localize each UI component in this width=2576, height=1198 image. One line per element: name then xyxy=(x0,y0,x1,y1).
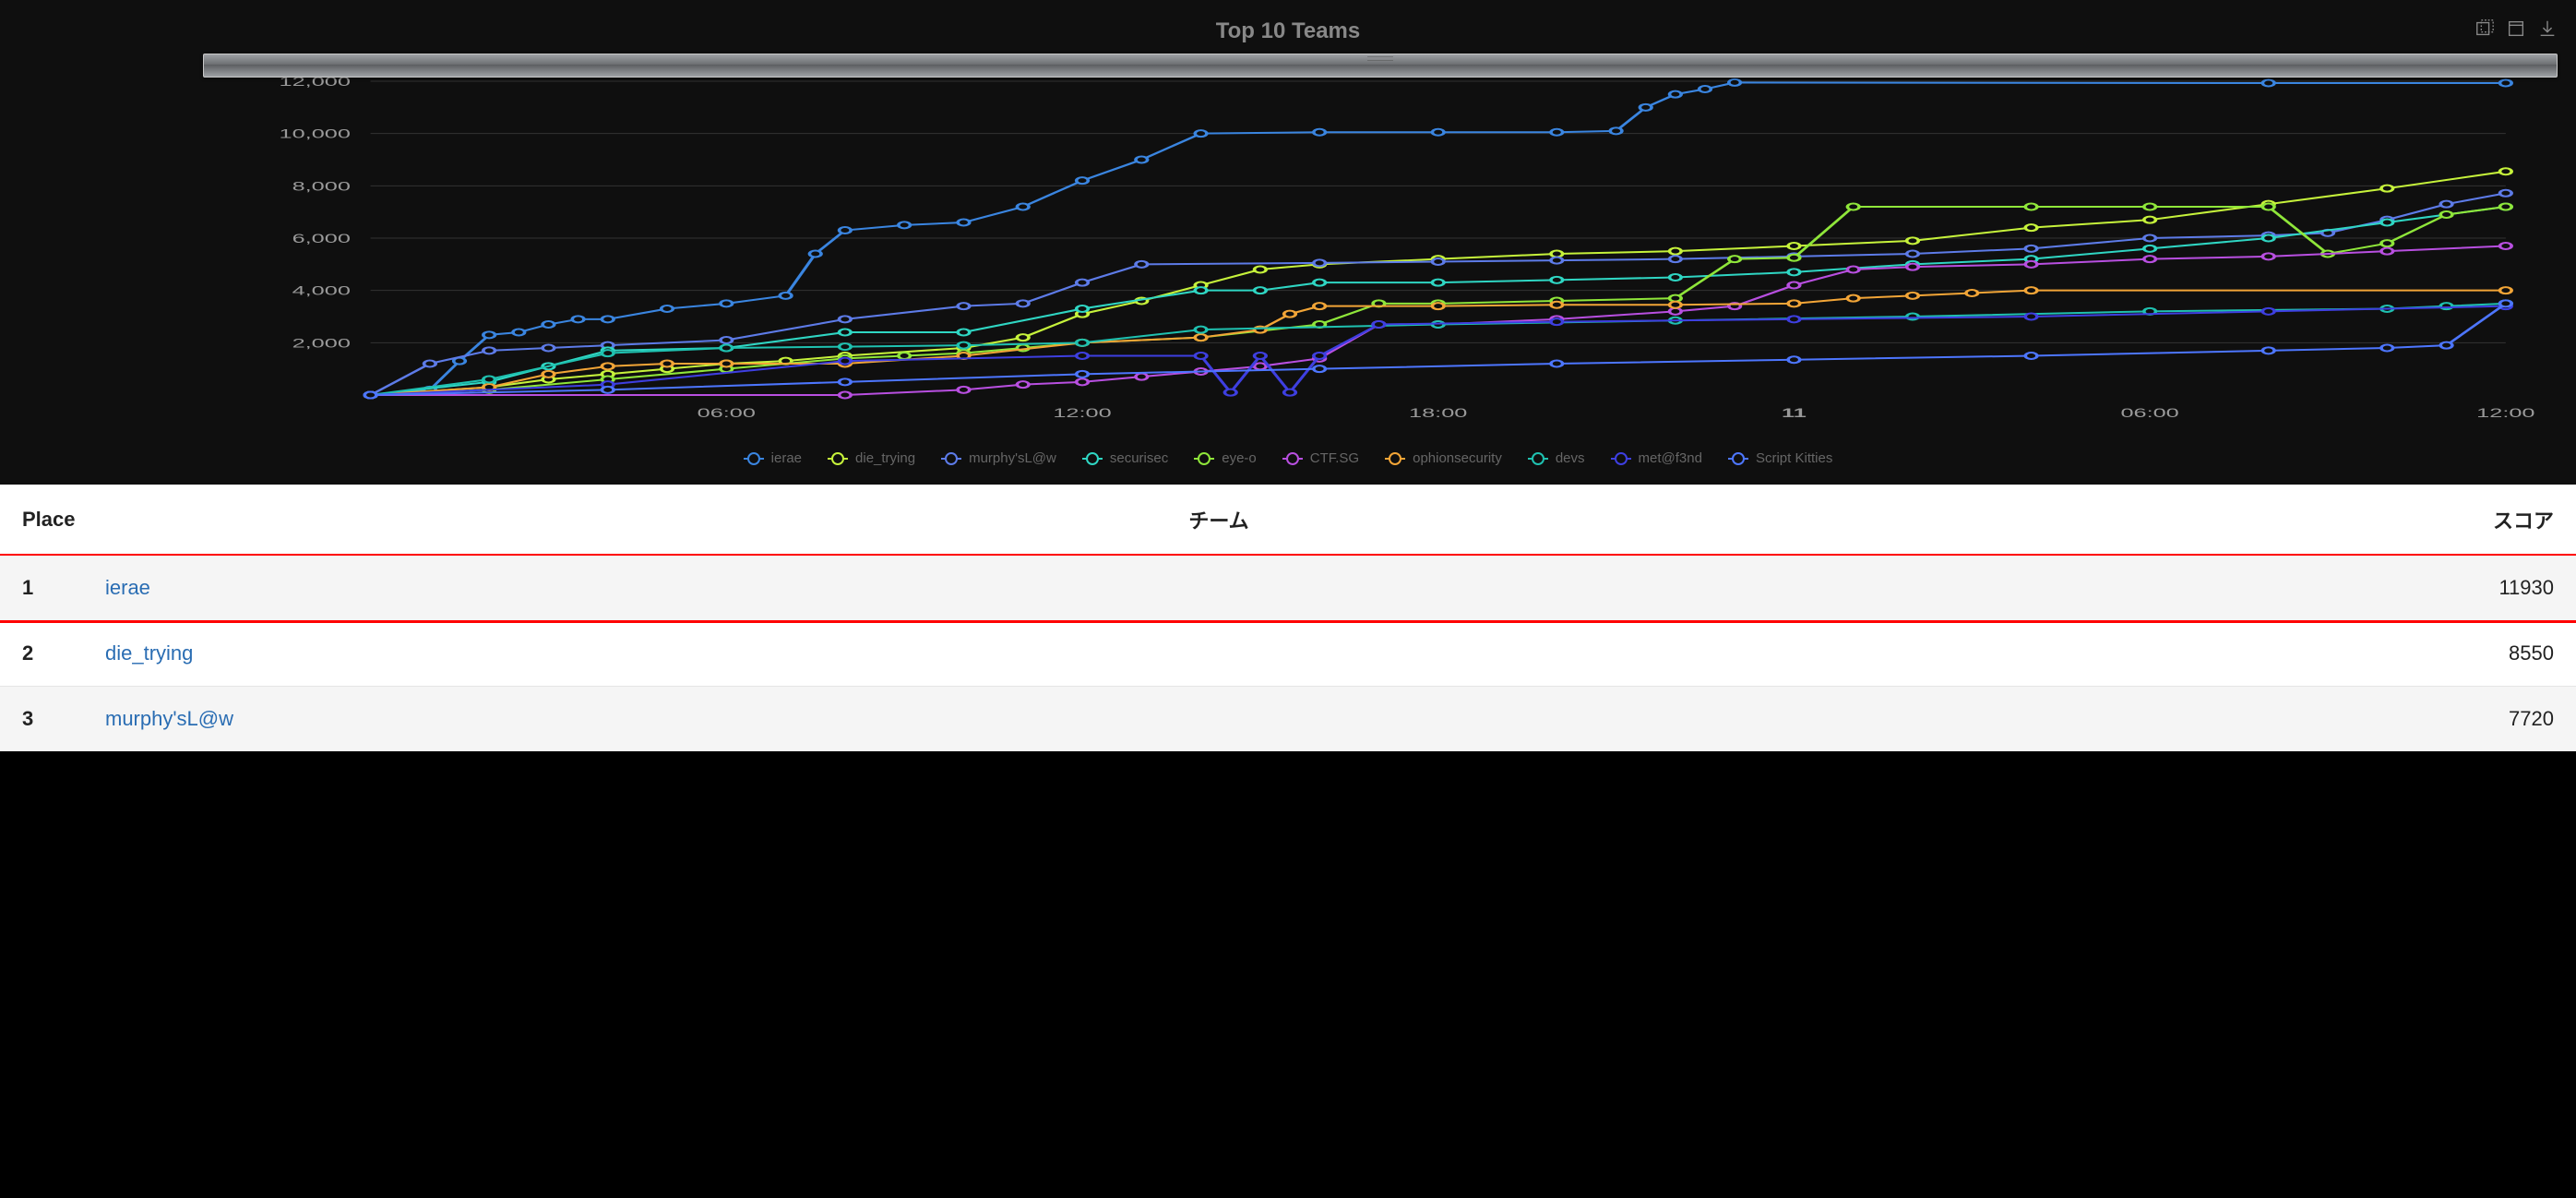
team-cell: murphy'sL@w xyxy=(83,687,2355,752)
chart-panel: Top 10 Teams 2,000 4,000 6,000 8,000 10,000 1… xyxy=(0,0,2576,485)
legend-swatch xyxy=(1385,458,1405,460)
legend-swatch xyxy=(1728,458,1748,460)
legend-swatch xyxy=(1282,458,1303,460)
header-place: Place xyxy=(0,485,83,556)
table-row: 2 die_trying 8550 xyxy=(0,621,2576,687)
score-cell: 7720 xyxy=(2355,687,2576,752)
score-cell: 8550 xyxy=(2355,621,2576,687)
legend-swatch xyxy=(1528,458,1548,460)
legend-label: ierae xyxy=(771,450,802,466)
legend-swatch xyxy=(1194,458,1214,460)
legend-label: met@f3nd xyxy=(1639,450,1702,466)
scoreboard: Place チーム スコア 1 ierae 11930 2 die_trying 8550… xyxy=(0,485,2576,751)
legend-item[interactable]: ierae xyxy=(744,450,802,466)
team-cell: die_trying xyxy=(83,621,2355,687)
svg-text:12:00: 12:00 xyxy=(1053,406,1111,421)
legend-label: Script Kitties xyxy=(1756,450,1832,466)
restore-icon[interactable] xyxy=(2506,18,2526,39)
legend: ierae die_trying murphy'sL@w securisec eye-o… xyxy=(37,450,2539,466)
legend-item[interactable]: CTF.SG xyxy=(1282,450,1359,466)
legend-item[interactable]: devs xyxy=(1528,450,1585,466)
svg-text:2,000: 2,000 xyxy=(292,336,351,351)
legend-swatch xyxy=(941,458,961,460)
legend-swatch xyxy=(1082,458,1103,460)
legend-label: ophionsecurity xyxy=(1413,450,1502,466)
header-score: スコア xyxy=(2355,485,2576,556)
team-link[interactable]: ierae xyxy=(105,576,150,599)
legend-label: murphy'sL@w xyxy=(969,450,1056,466)
team-link[interactable]: murphy'sL@w xyxy=(105,707,233,730)
chart-title: Top 10 Teams xyxy=(37,18,2539,44)
svg-text:06:00: 06:00 xyxy=(698,406,756,421)
team-cell: ierae xyxy=(83,556,2355,621)
place-cell: 3 xyxy=(0,687,83,752)
scoreboard-table: Place チーム スコア 1 ierae 11930 2 die_trying 8550… xyxy=(0,485,2576,751)
svg-text:06:00: 06:00 xyxy=(2120,406,2178,421)
legend-item[interactable]: securisec xyxy=(1082,450,1168,466)
score-cell: 11930 xyxy=(2355,556,2576,621)
svg-text:4,000: 4,000 xyxy=(292,283,351,298)
header-team: チーム xyxy=(83,485,2355,556)
chart-toolbar xyxy=(2475,18,2558,39)
svg-text:8,000: 8,000 xyxy=(292,179,351,194)
team-link[interactable]: die_trying xyxy=(105,641,193,665)
legend-item[interactable]: ophionsecurity xyxy=(1385,450,1502,466)
download-icon[interactable] xyxy=(2537,18,2558,39)
legend-label: CTF.SG xyxy=(1310,450,1359,466)
svg-text:10,000: 10,000 xyxy=(280,126,351,141)
legend-item[interactable]: murphy'sL@w xyxy=(941,450,1056,466)
legend-label: die_trying xyxy=(855,450,915,466)
zoom-icon[interactable] xyxy=(2475,18,2495,39)
legend-swatch xyxy=(1611,458,1631,460)
legend-swatch xyxy=(828,458,848,460)
svg-text:12:00: 12:00 xyxy=(2476,406,2534,421)
legend-item[interactable]: Script Kitties xyxy=(1728,450,1832,466)
table-row: 1 ierae 11930 xyxy=(0,556,2576,621)
legend-item[interactable]: met@f3nd xyxy=(1611,450,1702,466)
table-row: 3 murphy'sL@w 7720 xyxy=(0,687,2576,752)
svg-text:6,000: 6,000 xyxy=(292,232,351,246)
svg-text:18:00: 18:00 xyxy=(1409,406,1467,421)
legend-label: eye-o xyxy=(1222,450,1257,466)
chart-area: 2,0004,0006,0008,00010,00012,000 06:0012… xyxy=(37,54,2539,441)
legend-item[interactable]: die_trying xyxy=(828,450,915,466)
table-header-row: Place チーム スコア xyxy=(0,485,2576,556)
legend-item[interactable]: eye-o xyxy=(1194,450,1257,466)
legend-label: securisec xyxy=(1110,450,1168,466)
svg-text:11: 11 xyxy=(1782,406,1807,421)
place-cell: 1 xyxy=(0,556,83,621)
time-brush[interactable] xyxy=(203,54,2558,78)
place-cell: 2 xyxy=(0,621,83,687)
legend-label: devs xyxy=(1556,450,1585,466)
legend-swatch xyxy=(744,458,764,460)
